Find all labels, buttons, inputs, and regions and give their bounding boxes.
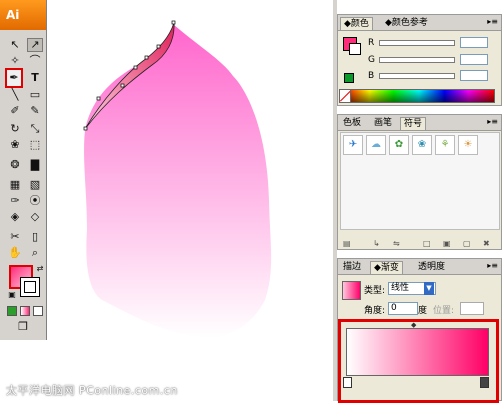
tab-symbols[interactable]: 符号 — [400, 117, 427, 130]
color-panel-tabs: ◆颜色 ◆颜色参考 ▸≡ — [338, 15, 501, 31]
symbol-sun-icon[interactable]: ☀ — [458, 135, 478, 155]
symbols-list: ✈ ☁ ✿ ❀ ⚘ ☀ — [340, 132, 500, 230]
color-stroke-swatch[interactable] — [349, 43, 361, 55]
mesh-tool-icon[interactable]: ▦ — [7, 178, 23, 192]
scale-tool-icon[interactable]: ⤡ — [27, 122, 43, 136]
symbol-bird-icon[interactable]: ✈ — [343, 135, 363, 155]
screen-mode-icon[interactable]: ❐ — [15, 320, 31, 334]
lasso-tool-icon[interactable]: ⌒ — [27, 54, 43, 68]
panel-menu-icon[interactable]: ▸≡ — [487, 117, 498, 126]
angle-label: 角度: — [364, 306, 386, 316]
break-link-icon[interactable]: ⇋ — [393, 239, 400, 248]
tools-panel: Ai ↖ ↗ ✧ ⌒ ✒ T ╲ ▭ ✐ ✎ ↻ ⤡ ❀ ⬚ ❂ ▇ ▦ ▧ ✑… — [0, 0, 47, 340]
selection-tool-icon[interactable]: ↖ — [7, 38, 23, 52]
gradient-stop-start[interactable] — [343, 377, 352, 388]
gradient-panel-tabs: 描边 ◆渐变 透明度 ▸≡ — [338, 259, 501, 275]
tab-color[interactable]: ◆颜色 — [340, 17, 373, 30]
gradient-tab-icon: ◆ — [374, 263, 381, 273]
place-symbol-icon[interactable]: ↳ — [373, 239, 380, 248]
symbols-panel-tabs: 色板 画笔 符号 ▸≡ — [338, 115, 501, 131]
location-label: 位置: — [433, 306, 455, 316]
default-colors-icon[interactable]: ▣ — [4, 288, 20, 302]
channel-g-slider[interactable] — [379, 57, 455, 63]
rectangle-tool-icon[interactable]: ▭ — [27, 88, 43, 102]
gradient-slider-frame: ◆ — [338, 319, 499, 403]
eraser-tool-icon[interactable]: ▯ — [27, 230, 43, 244]
color-spectrum[interactable] — [343, 89, 495, 103]
out-of-gamut-icon[interactable] — [344, 73, 354, 83]
gradient-tool-icon[interactable]: ▧ — [27, 178, 43, 192]
new-symbol-icon[interactable]: ▣ — [443, 239, 451, 248]
direct-selection-tool-icon[interactable]: ↗ — [27, 38, 43, 52]
gradient-type-label: 类型: — [364, 286, 386, 296]
artboard[interactable] — [47, 0, 333, 401]
channel-b-input[interactable] — [460, 70, 488, 81]
location-input[interactable] — [460, 302, 484, 315]
rotate-tool-icon[interactable]: ↻ — [7, 122, 23, 136]
panel-menu-icon[interactable]: ▸≡ — [487, 17, 498, 26]
none-color-icon[interactable] — [339, 89, 351, 103]
color-tab-icon: ◆ — [344, 19, 351, 29]
delete-symbol-icon[interactable]: ✖ — [483, 239, 490, 248]
pencil-tool-icon[interactable]: ✎ — [27, 104, 43, 118]
warp-tool-icon[interactable]: ❀ — [7, 138, 23, 152]
degree-unit: 度 — [418, 306, 428, 316]
new-page-icon[interactable]: ▢ — [463, 239, 471, 248]
symbol-grass-icon[interactable]: ⚘ — [435, 135, 455, 155]
symbol-flower-icon[interactable]: ✿ — [389, 135, 409, 155]
color-panel: ◆颜色 ◆颜色参考 ▸≡ R G B — [337, 14, 502, 106]
none-mode-icon[interactable] — [33, 306, 43, 316]
channel-r-label: R — [368, 38, 375, 48]
channel-g-label: G — [368, 55, 375, 65]
channel-b-slider[interactable] — [379, 73, 455, 79]
channel-b-label: B — [368, 71, 375, 81]
tab-stroke[interactable]: 描边 — [340, 261, 364, 273]
tab-gradient[interactable]: ◆渐变 — [370, 261, 403, 274]
chevron-down-icon[interactable]: ▼ — [424, 282, 434, 295]
live-paint-tool-icon[interactable]: ◈ — [7, 210, 23, 224]
symbol-options-icon[interactable]: □ — [423, 239, 431, 248]
app-logo: Ai — [0, 0, 46, 30]
line-tool-icon[interactable]: ╲ — [7, 88, 23, 102]
free-transform-tool-icon[interactable]: ⬚ — [27, 138, 43, 152]
watermark: 太平洋电脑网 PConline.com.cn — [6, 384, 178, 397]
pen-tool-icon[interactable]: ✒ — [5, 68, 23, 88]
tab-swatches[interactable]: 色板 — [340, 117, 364, 129]
channel-r-input[interactable] — [460, 37, 488, 48]
gradient-mode-icon[interactable] — [20, 306, 30, 316]
peach-artwork — [83, 20, 272, 338]
paintbrush-tool-icon[interactable]: ✐ — [7, 104, 23, 118]
blend-tool-icon[interactable]: ⦿ — [27, 194, 43, 208]
slice-tool-icon[interactable]: ✂ — [7, 230, 23, 244]
stroke-color-swatch[interactable] — [20, 277, 40, 297]
tab-transparency[interactable]: 透明度 — [415, 261, 448, 273]
graph-tool-icon[interactable]: ▇ — [27, 158, 43, 172]
color-mode-icon[interactable] — [7, 306, 17, 316]
gradient-preview-swatch[interactable] — [342, 281, 361, 300]
magic-wand-tool-icon[interactable]: ✧ — [7, 54, 23, 68]
hand-tool-icon[interactable]: ✋ — [7, 246, 23, 260]
channel-g-input[interactable] — [460, 54, 488, 65]
panel-menu-icon[interactable]: ▸≡ — [487, 261, 498, 270]
eyedropper-tool-icon[interactable]: ✑ — [7, 194, 23, 208]
color-guide-tab-icon: ◆ — [385, 18, 392, 28]
peach-shape[interactable] — [84, 24, 272, 338]
channel-r-slider[interactable] — [379, 40, 455, 46]
gradient-panel: 描边 ◆渐变 透明度 ▸≡ 类型: 线性 ▼ 角度: 0 度 位置: ◆ — [337, 258, 502, 403]
symbol-balloon-icon[interactable]: ❀ — [412, 135, 432, 155]
zoom-tool-icon[interactable]: ⌕ — [27, 246, 43, 260]
live-paint-selection-tool-icon[interactable]: ◇ — [27, 210, 43, 224]
angle-input[interactable]: 0 — [388, 302, 418, 315]
type-tool-icon[interactable]: T — [27, 71, 43, 85]
swap-fill-stroke-icon[interactable]: ⇄ — [32, 262, 48, 276]
gradient-stop-end[interactable] — [480, 377, 489, 388]
tab-brushes[interactable]: 画笔 — [371, 117, 395, 129]
symbol-library-icon[interactable]: ▤ — [343, 239, 351, 248]
symbol-cloud-icon[interactable]: ☁ — [366, 135, 386, 155]
tab-color-guide[interactable]: ◆颜色参考 — [382, 17, 431, 29]
gradient-slider[interactable] — [346, 328, 489, 376]
symbols-panel: 色板 画笔 符号 ▸≡ ✈ ☁ ✿ ❀ ⚘ ☀ ▤ ↳ ⇋ □ ▣ ▢ ✖ — [337, 114, 502, 250]
symbol-sprayer-tool-icon[interactable]: ❂ — [7, 158, 23, 172]
